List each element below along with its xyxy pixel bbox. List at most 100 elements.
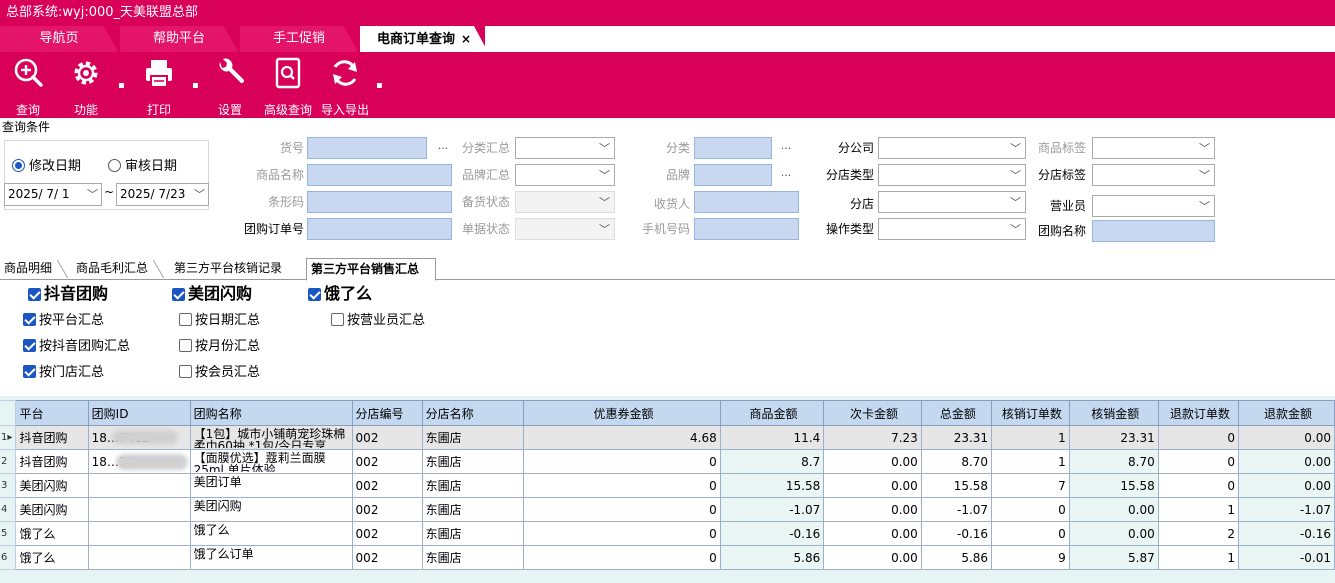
salesperson-select[interactable]: ﹀ [1092, 195, 1215, 217]
close-icon[interactable]: × [461, 32, 471, 46]
table-cell[interactable]: 东圃店 [421, 425, 525, 450]
table-cell[interactable]: -0.16 [920, 521, 993, 546]
table-cell[interactable]: 7 [991, 473, 1070, 498]
settings-button[interactable]: 设置 [210, 56, 250, 118]
column-header[interactable]: 优惠券金额 [523, 400, 721, 426]
import-export-button[interactable]: ▪ 导入导出 [318, 56, 383, 118]
checkbox-by-douyin[interactable]: 按抖音团购汇总 [23, 338, 130, 356]
table-cell[interactable]: 美团闪购 [15, 473, 89, 498]
table-cell[interactable]: -1.07 [1238, 497, 1335, 522]
table-cell[interactable]: 【面膜优选】蔻莉兰面膜 25ml 单片体验 [189, 449, 353, 474]
brand-input[interactable] [694, 164, 772, 186]
column-header[interactable]: 商品金额 [719, 400, 825, 426]
receiver-input[interactable] [694, 191, 799, 213]
date-to-picker[interactable]: 2025/ 7/23 ﹀ [116, 183, 209, 206]
column-header[interactable]: 退款金额 [1238, 400, 1335, 426]
table-cell[interactable]: 8.70 [920, 449, 993, 474]
barcode-input[interactable] [307, 191, 452, 213]
column-header[interactable]: 分店名称 [421, 400, 525, 426]
table-row[interactable]: 2 抖音团购 18…10 【面膜优选】蔻莉兰面膜 25ml 单片体验 002 东圃店 0 8.… [0, 449, 1335, 474]
table-cell[interactable] [87, 521, 191, 546]
table-cell[interactable]: 5.86 [719, 545, 825, 570]
table-cell[interactable]: 0 [523, 521, 721, 546]
column-header[interactable]: 分店编号 [351, 400, 423, 426]
radio-modified-date[interactable]: 修改日期 [12, 158, 81, 176]
phone-input[interactable] [694, 218, 799, 240]
category-summary-select[interactable]: ﹀ [515, 137, 615, 159]
table-cell[interactable]: 0.00 [823, 497, 922, 522]
table-cell[interactable]: 东圃店 [421, 449, 525, 474]
tab-goods-detail[interactable]: 商品明细 [0, 258, 66, 280]
category-lookup-button[interactable]: ... [775, 137, 797, 159]
table-cell[interactable]: 15.58 [1068, 473, 1159, 498]
advanced-query-button[interactable]: 高级查询 [262, 56, 314, 118]
table-cell[interactable]: 0 [523, 497, 721, 522]
table-cell[interactable]: 7.23 [823, 425, 922, 450]
table-cell[interactable]: 0 [1157, 473, 1240, 498]
checkbox-meituan[interactable]: 美团闪购 [172, 285, 252, 303]
goods-name-input[interactable] [307, 164, 452, 186]
table-cell[interactable]: 0 [991, 521, 1070, 546]
query-button[interactable]: 查询 [8, 56, 48, 118]
store-type-select[interactable]: ﹀ [878, 164, 1026, 186]
table-cell[interactable]: 0 [523, 449, 721, 474]
tab-navigation[interactable]: 导航页 [0, 26, 118, 52]
tab-third-party-sales-summary[interactable]: 第三方平台销售汇总 [306, 258, 436, 281]
function-button[interactable]: ▪ 功能 [64, 56, 125, 118]
table-cell[interactable]: 0.00 [1238, 473, 1335, 498]
table-cell[interactable]: 0.00 [1068, 497, 1159, 522]
table-cell[interactable]: 0.00 [1068, 521, 1159, 546]
table-cell[interactable]: 抖音团购 [15, 425, 89, 450]
group-name-input[interactable] [1092, 220, 1215, 242]
table-cell[interactable]: 0 [523, 473, 721, 498]
table-cell[interactable]: -1.07 [719, 497, 825, 522]
table-cell[interactable] [87, 497, 191, 522]
table-cell[interactable]: 1 [1157, 497, 1240, 522]
checkbox-by-platform[interactable]: 按平台汇总 [23, 312, 104, 330]
table-cell[interactable]: 1 [1157, 545, 1240, 570]
table-cell[interactable]: 8.70 [1068, 449, 1159, 474]
tab-manual-promotion[interactable]: 手工促销 [240, 26, 358, 52]
table-cell[interactable]: -0.01 [1238, 545, 1335, 570]
table-cell[interactable]: 002 [351, 545, 423, 570]
table-cell[interactable]: 002 [351, 449, 423, 474]
table-cell[interactable] [87, 473, 191, 498]
table-cell[interactable]: 4.68 [523, 425, 721, 450]
table-cell[interactable]: 5.87 [1068, 545, 1159, 570]
tab-help-platform[interactable]: 帮助平台 [120, 26, 238, 52]
table-row[interactable]: 5 饿了么 饿了么 002 东圃店 0 -0.16 0.00 -0.16 0 0.00 2 -0.16 [0, 521, 1335, 546]
store-tag-select[interactable]: ﹀ [1092, 164, 1215, 186]
goods-tag-select[interactable]: ﹀ [1092, 137, 1215, 159]
table-cell[interactable]: 东圃店 [421, 521, 525, 546]
table-cell[interactable]: 002 [351, 497, 423, 522]
table-cell[interactable]: 0.00 [823, 473, 922, 498]
checkbox-by-salesperson[interactable]: 按营业员汇总 [331, 312, 425, 330]
table-cell[interactable]: -0.16 [719, 521, 825, 546]
store-select[interactable]: ﹀ [878, 191, 1026, 213]
table-cell[interactable]: 15.58 [719, 473, 825, 498]
table-cell[interactable]: 5.86 [920, 545, 993, 570]
stock-status-select[interactable]: ﹀ [515, 191, 615, 213]
doc-status-select[interactable]: ﹀ [515, 218, 615, 240]
table-cell[interactable]: 【1包】城市小铺萌宠珍珠棉柔巾60抽 *1包/今日专享 [189, 425, 353, 450]
table-cell[interactable]: 0 [523, 545, 721, 570]
goods-no-input[interactable] [307, 137, 427, 159]
tab-ecommerce-order-query[interactable]: 电商订单查询 × [360, 26, 488, 52]
table-cell[interactable]: 002 [351, 521, 423, 546]
table-cell[interactable]: 饿了么订单 [189, 545, 353, 570]
column-header[interactable]: 退款订单数 [1157, 400, 1240, 426]
table-cell[interactable]: 0.00 [823, 521, 922, 546]
table-cell[interactable]: 002 [351, 425, 423, 450]
column-header[interactable]: 团购ID [87, 400, 191, 426]
column-header[interactable]: 核销金额 [1068, 400, 1159, 426]
column-header[interactable]: 核销订单数 [991, 400, 1070, 426]
tab-third-party-verification[interactable]: 第三方平台核销记录 [170, 258, 300, 280]
column-header[interactable]: 次卡金额 [823, 400, 922, 426]
table-cell[interactable]: 东圃店 [421, 497, 525, 522]
table-cell[interactable]: 抖音团购 [15, 449, 89, 474]
table-cell[interactable]: -0.16 [1238, 521, 1335, 546]
table-cell[interactable]: 8.7 [719, 449, 825, 474]
table-cell[interactable]: 饿了么 [189, 521, 353, 546]
table-row[interactable]: 4 美团闪购 美团闪购 002 东圃店 0 -1.07 0.00 -1.07 0 0.00 1 -1.0… [0, 497, 1335, 522]
checkbox-by-month[interactable]: 按月份汇总 [179, 338, 260, 356]
